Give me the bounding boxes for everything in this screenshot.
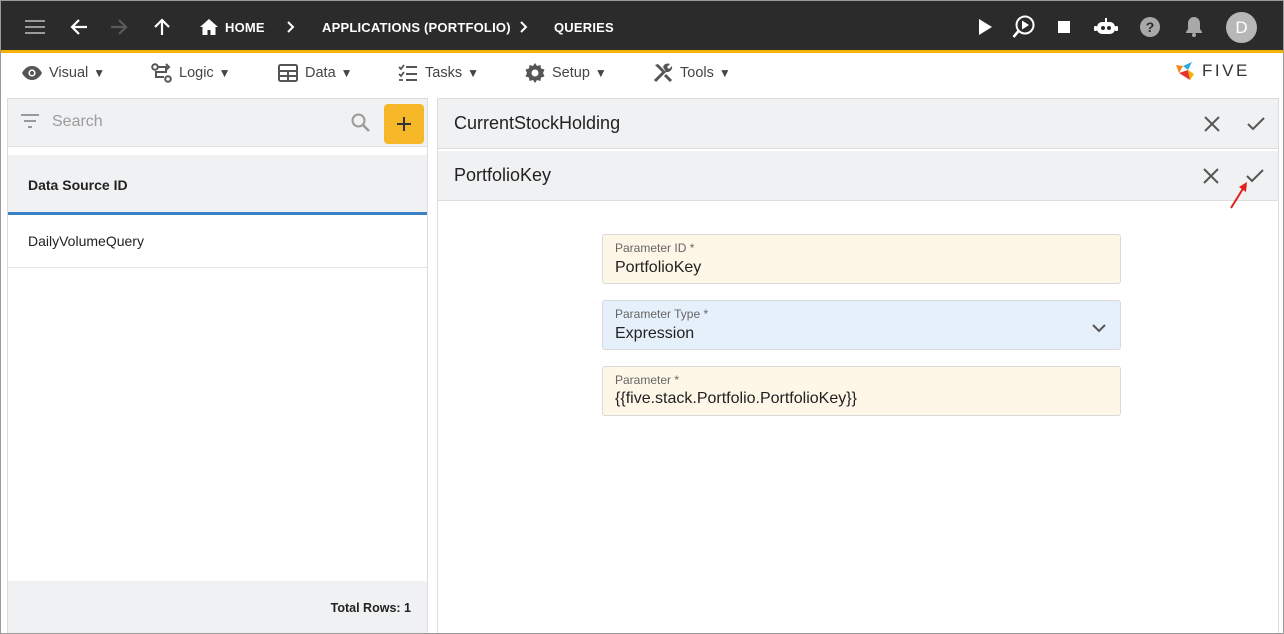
save-button[interactable] <box>1241 109 1271 139</box>
top-bar: HOME APPLICATIONS (PORTFOLIO) QUERIES ? … <box>1 1 1283 53</box>
tools-icon <box>653 63 673 83</box>
column-header-label: Data Source ID <box>28 177 128 193</box>
breadcrumb-home[interactable]: HOME <box>225 1 265 53</box>
list-footer: Total Rows: 1 <box>8 581 427 633</box>
parameter-field[interactable]: Parameter * {{five.stack.Portfolio.Portf… <box>602 366 1121 416</box>
up-arrow-icon[interactable] <box>151 1 173 53</box>
home-icon[interactable] <box>199 1 219 53</box>
hamburger-menu-icon[interactable] <box>21 1 49 53</box>
column-header[interactable]: Data Source ID <box>8 155 427 215</box>
record-header: CurrentStockHolding <box>438 99 1278 149</box>
menu-setup[interactable]: Setup ▼ <box>525 56 607 90</box>
menu-tools-label: Tools <box>680 65 714 81</box>
menu-tasks[interactable]: Tasks ▼ <box>398 56 479 90</box>
caret-down-icon: ▼ <box>467 66 479 80</box>
search-icon[interactable] <box>351 113 370 137</box>
svg-text:?: ? <box>1146 19 1155 35</box>
parameter-type-select[interactable]: Parameter Type * Expression <box>602 300 1121 350</box>
cancel-button[interactable] <box>1197 109 1227 139</box>
breadcrumb-applications[interactable]: APPLICATIONS (PORTFOLIO) <box>322 1 511 53</box>
parameter-type-label: Parameter Type * <box>615 307 709 321</box>
caret-down-icon: ▼ <box>218 66 231 80</box>
run-preview-icon[interactable] <box>1010 1 1038 53</box>
list-item-label: DailyVolumeQuery <box>28 233 144 249</box>
five-logo-mark-icon <box>1176 62 1194 80</box>
total-rows: Total Rows: 1 <box>330 601 411 615</box>
annotation-arrow-icon <box>1227 175 1251 216</box>
chevron-right-icon <box>283 1 299 53</box>
breadcrumb-queries[interactable]: QUERIES <box>554 1 614 53</box>
close-icon <box>1203 168 1219 184</box>
cancel-button[interactable] <box>1196 161 1226 191</box>
filter-icon[interactable] <box>21 114 39 133</box>
stop-icon[interactable] <box>1054 1 1074 53</box>
list-panel: Search Data Source ID DailyVolumeQuery T… <box>7 98 428 633</box>
robot-icon[interactable] <box>1092 1 1120 53</box>
app-window: HOME APPLICATIONS (PORTFOLIO) QUERIES ? … <box>0 0 1284 634</box>
logic-flow-icon <box>151 63 172 83</box>
check-icon <box>1247 117 1265 131</box>
menu-logic-label: Logic <box>179 65 214 81</box>
five-logo-text: FIVE <box>1202 61 1250 80</box>
chevron-right-icon <box>516 1 532 53</box>
subrecord-header: PortfolioKey <box>438 151 1278 201</box>
help-icon[interactable]: ? <box>1138 1 1162 53</box>
close-icon <box>1204 116 1220 132</box>
checklist-icon <box>398 64 417 81</box>
play-icon[interactable] <box>973 1 997 53</box>
forward-arrow-icon[interactable] <box>107 1 131 53</box>
menu-data-label: Data <box>305 65 336 81</box>
menu-data[interactable]: Data ▼ <box>278 56 353 90</box>
chevron-down-icon[interactable] <box>1092 320 1106 338</box>
parameter-id-value[interactable]: PortfolioKey <box>615 259 701 277</box>
parameter-id-field[interactable]: Parameter ID * PortfolioKey <box>602 234 1121 284</box>
menu-visual[interactable]: Visual ▼ <box>22 56 105 90</box>
caret-down-icon: ▼ <box>594 66 607 80</box>
menu-setup-label: Setup <box>552 65 590 81</box>
parameter-id-label: Parameter ID * <box>615 241 695 255</box>
form-panel: CurrentStockHolding PortfolioKey Paramet… <box>437 98 1279 633</box>
subrecord-title: PortfolioKey <box>454 165 552 185</box>
add-button[interactable] <box>384 104 424 144</box>
gear-icon <box>525 63 545 83</box>
list-item[interactable]: DailyVolumeQuery <box>8 215 427 268</box>
caret-down-icon: ▼ <box>93 66 106 80</box>
back-arrow-icon[interactable] <box>67 1 91 53</box>
menu-tools[interactable]: Tools ▼ <box>653 56 731 90</box>
record-title: CurrentStockHolding <box>454 113 621 133</box>
five-logo: FIVE <box>1174 59 1264 83</box>
notification-bell-icon[interactable] <box>1183 1 1205 53</box>
eye-icon <box>22 66 42 80</box>
user-avatar[interactable]: D <box>1226 12 1257 43</box>
caret-down-icon: ▼ <box>340 66 353 80</box>
menu-bar: Visual ▼ Logic ▼ Data ▼ Tasks ▼ Setup ▼ … <box>1 56 1283 92</box>
parameter-type-value[interactable]: Expression <box>615 325 694 343</box>
caret-down-icon: ▼ <box>718 66 731 80</box>
menu-visual-label: Visual <box>49 65 89 81</box>
table-icon <box>278 64 298 82</box>
parameter-value[interactable]: {{five.stack.Portfolio.PortfolioKey}} <box>615 390 857 408</box>
menu-logic[interactable]: Logic ▼ <box>151 56 231 90</box>
plus-icon <box>397 117 411 131</box>
menu-tasks-label: Tasks <box>425 65 463 81</box>
search-input[interactable]: Search <box>52 113 103 131</box>
search-bar: Search <box>8 99 427 147</box>
parameter-label: Parameter * <box>615 373 680 387</box>
